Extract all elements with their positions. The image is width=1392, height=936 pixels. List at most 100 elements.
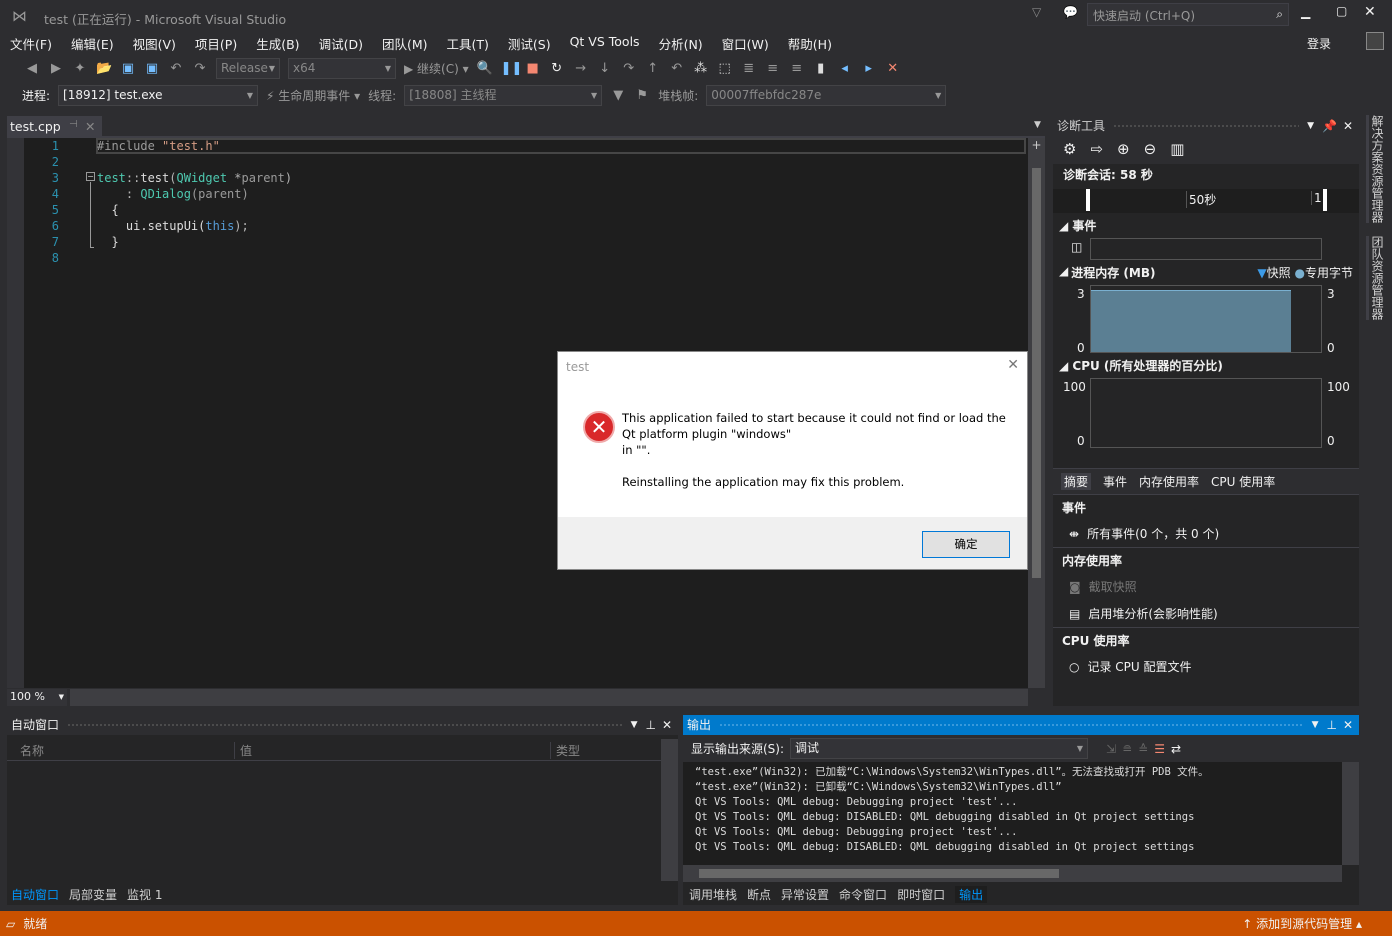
save-icon[interactable]: ▣ — [120, 61, 136, 76]
menu-view[interactable]: 视图(V) — [133, 34, 176, 53]
next-message-icon[interactable]: ≙ — [1138, 742, 1148, 756]
menu-tools[interactable]: 工具(T) — [447, 34, 489, 53]
range-start-handle[interactable] — [1086, 189, 1090, 211]
menu-test[interactable]: 测试(S) — [508, 34, 551, 53]
close-button[interactable]: ✕ — [1364, 4, 1376, 20]
editor-tab-overflow[interactable]: ▼ — [1034, 120, 1041, 130]
menu-window[interactable]: 窗口(W) — [722, 34, 769, 53]
select-icon[interactable]: ⬚ — [717, 61, 733, 76]
prev-bookmark-icon[interactable]: ◂ — [837, 61, 853, 76]
column-value[interactable]: 值 — [234, 742, 252, 759]
output-text[interactable]: “test.exe”(Win32): 已加载“C:\Windows\System… — [683, 762, 1342, 865]
editor-tab[interactable]: test.cpp ⊣ ✕ — [7, 116, 102, 137]
goto-icon[interactable]: ⇲ — [1106, 742, 1116, 756]
settings-icon[interactable]: ⚙ — [1063, 140, 1076, 160]
side-tab-solution-explorer[interactable]: 解决方案资源管理器 — [1366, 115, 1386, 223]
forward-icon[interactable]: ▶ — [48, 61, 64, 76]
memory-heading[interactable]: ◢ 进程内存 (MB) ▼快照 ●专用字节 — [1053, 260, 1359, 285]
restart-icon[interactable]: ↻ — [549, 61, 565, 76]
stop-icon[interactable]: ■ — [525, 61, 541, 76]
split-icon[interactable]: + — [1028, 138, 1045, 152]
dropdown-icon[interactable]: ▼ — [1312, 715, 1319, 735]
collapse-toggle-icon[interactable]: − — [86, 172, 95, 181]
pause-events-icon[interactable]: ◫ — [1071, 240, 1082, 254]
process-select[interactable]: [18912] test.exe ▼ — [58, 84, 259, 106]
output-source-select[interactable]: 调试 ▼ — [790, 738, 1089, 759]
menu-analyze[interactable]: 分析(N) — [659, 34, 703, 53]
tab-autos[interactable]: 自动窗口 — [11, 886, 59, 903]
timeline-ruler[interactable]: 50秒 1: — [1053, 189, 1359, 213]
tab-cpu[interactable]: CPU 使用率 — [1211, 473, 1275, 490]
feedback-icon[interactable]: 💬 — [1063, 5, 1078, 19]
quick-launch-input[interactable]: 快速启动 (Ctrl+Q) ⌕ — [1087, 3, 1289, 26]
zoom-out-icon[interactable]: ⊖ — [1144, 140, 1157, 160]
new-project-icon[interactable]: ✦ — [72, 61, 88, 76]
heap-profiling-button[interactable]: ▤ 启用堆分析(会影响性能) — [1053, 600, 1359, 627]
step-into-icon[interactable]: ↓ — [597, 61, 613, 76]
word-wrap-icon[interactable]: ⇄ — [1171, 742, 1181, 756]
lifecycle-events-button[interactable]: ⚡ 生命周期事件 ▾ — [266, 87, 360, 104]
comment-icon[interactable]: ≡ — [765, 61, 781, 76]
cpu-heading[interactable]: ◢ CPU (所有处理器的百分比) — [1053, 353, 1359, 378]
close-icon[interactable]: ✕ — [1343, 715, 1353, 735]
reset-view-icon[interactable]: ▥ — [1170, 140, 1184, 160]
minimize-button[interactable]: ▁ — [1301, 5, 1310, 19]
pin-icon[interactable]: ⊣ — [69, 119, 78, 130]
menu-edit[interactable]: 编辑(E) — [71, 34, 114, 53]
export-icon[interactable]: ⇨ — [1090, 140, 1103, 160]
events-heading[interactable]: ◢ 事件 — [1053, 213, 1359, 238]
undo-icon[interactable]: ↶ — [168, 61, 184, 76]
tab-call-stack[interactable]: 调用堆栈 — [689, 886, 737, 903]
tab-memory[interactable]: 内存使用率 — [1139, 473, 1199, 490]
platform-select[interactable]: x64 ▼ — [288, 57, 396, 79]
undo2-icon[interactable]: ↶ — [669, 61, 685, 76]
column-name[interactable]: 名称 — [20, 742, 44, 759]
continue-button[interactable]: ▶ 继续(C) ▾ — [404, 60, 469, 77]
pin-icon[interactable]: 📌 — [1322, 116, 1337, 136]
filter-icon[interactable]: ▽ — [1032, 5, 1041, 19]
pin-icon[interactable]: ⊥ — [645, 715, 655, 735]
take-snapshot-button[interactable]: ◙ 截取快照 — [1053, 573, 1359, 600]
flag-thread-icon[interactable]: ⚑ — [634, 88, 650, 103]
zoom-select[interactable]: 100 % ▼ — [7, 689, 67, 706]
clear-bookmarks-icon[interactable]: ✕ — [885, 61, 901, 76]
tab-events[interactable]: 事件 — [1103, 473, 1127, 490]
tab-watch1[interactable]: 监视 1 — [127, 886, 162, 903]
menu-project[interactable]: 项目(P) — [195, 34, 237, 53]
menu-qt[interactable]: Qt VS Tools — [570, 34, 640, 53]
tab-close-icon[interactable]: ✕ — [85, 119, 95, 134]
filter-thread-icon[interactable]: ▼ — [610, 88, 626, 103]
uncomment-icon[interactable]: ≡ — [789, 61, 805, 76]
editor-vertical-scrollbar[interactable]: + — [1028, 138, 1045, 688]
open-file-icon[interactable]: 📂 — [96, 61, 112, 76]
all-events-link[interactable]: ⇼ 所有事件(0 个，共 0 个) — [1053, 520, 1359, 547]
find-icon[interactable]: 🔍 — [477, 61, 493, 76]
back-icon[interactable]: ◀ — [24, 61, 40, 76]
bookmark-icon[interactable]: ▮ — [813, 61, 829, 76]
menu-debug[interactable]: 调试(D) — [319, 34, 363, 53]
thread-select[interactable]: [18808] 主线程 ▼ — [404, 84, 603, 106]
record-cpu-button[interactable]: ○ 记录 CPU 配置文件 — [1053, 653, 1359, 680]
column-type[interactable]: 类型 — [550, 742, 580, 759]
pause-icon[interactable]: ❚❚ — [501, 61, 523, 76]
save-all-icon[interactable]: ▣ — [144, 61, 160, 76]
maximize-button[interactable]: ▢ — [1336, 4, 1347, 18]
tab-command-window[interactable]: 命令窗口 — [839, 886, 887, 903]
output-horizontal-scrollbar[interactable] — [683, 865, 1342, 882]
close-icon[interactable]: ✕ — [662, 715, 672, 735]
menu-help[interactable]: 帮助(H) — [788, 34, 832, 53]
hex-icon[interactable]: ⁂ — [693, 61, 709, 76]
menu-team[interactable]: 团队(M) — [382, 34, 428, 53]
stack-frame-select[interactable]: 00007ffebfdc287e ▼ — [706, 84, 947, 106]
indent-icon[interactable]: ≣ — [741, 61, 757, 76]
account-avatar[interactable] — [1366, 32, 1384, 50]
zoom-in-icon[interactable]: ⊕ — [1117, 140, 1130, 160]
scroll-thumb[interactable] — [699, 869, 1059, 878]
range-end-handle[interactable] — [1323, 189, 1327, 211]
clear-all-icon[interactable]: ☰ — [1154, 742, 1165, 756]
tab-immediate-window[interactable]: 即时窗口 — [897, 886, 945, 903]
show-next-statement-icon[interactable]: → — [573, 61, 589, 76]
scroll-thumb[interactable] — [1032, 168, 1041, 578]
step-over-icon[interactable]: ↷ — [621, 61, 637, 76]
output-vertical-scrollbar[interactable] — [1342, 762, 1359, 865]
